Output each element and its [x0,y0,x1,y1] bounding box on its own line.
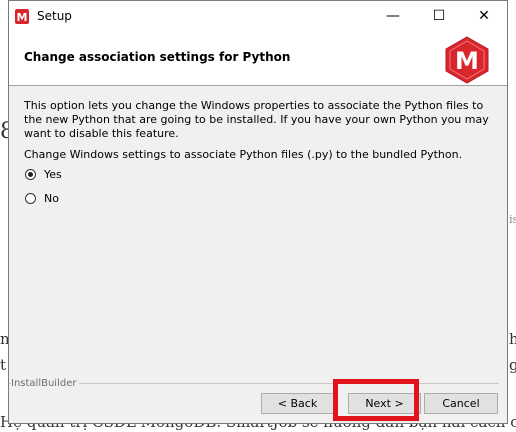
app-icon: M [15,9,29,24]
close-icon[interactable]: ✕ [461,1,507,32]
cancel-button[interactable]: Cancel [424,393,498,414]
background-text-fragment: t [0,356,7,374]
page-title: Change association settings for Python [24,50,291,64]
radio-label-yes[interactable]: Yes [44,168,62,181]
back-button[interactable]: < Back [261,393,334,414]
svg-text:M: M [17,11,28,24]
background-text-fragment: g [509,356,516,374]
background-text-fragment: is [509,213,516,226]
wizard-content: This option lets you change the Windows … [9,86,507,376]
next-button-highlight [333,379,419,421]
radio-selected-dot [28,172,33,177]
installer-logo-icon: M [445,36,489,84]
maximize-icon[interactable]: ☐ [416,1,462,32]
installbuilder-label: InstallBuilder [11,378,80,389]
window-title: Setup [37,9,72,23]
radio-button-yes[interactable] [25,169,36,180]
radio-button-no[interactable] [25,193,36,204]
radio-label-no[interactable]: No [44,192,59,205]
minimize-icon[interactable]: — [370,1,416,32]
description-text: This option lets you change the Windows … [24,99,489,140]
setup-dialog: M Setup — ☐ ✕ Change association setting… [8,0,508,424]
svg-text:M: M [455,47,479,75]
footer-divider [9,383,499,384]
question-text: Change Windows settings to associate Pyt… [24,148,463,161]
title-bar[interactable]: M Setup — ☐ ✕ [9,1,507,32]
wizard-header: Change association settings for Python M [9,32,507,86]
background-text-fragment: hì [509,330,516,348]
